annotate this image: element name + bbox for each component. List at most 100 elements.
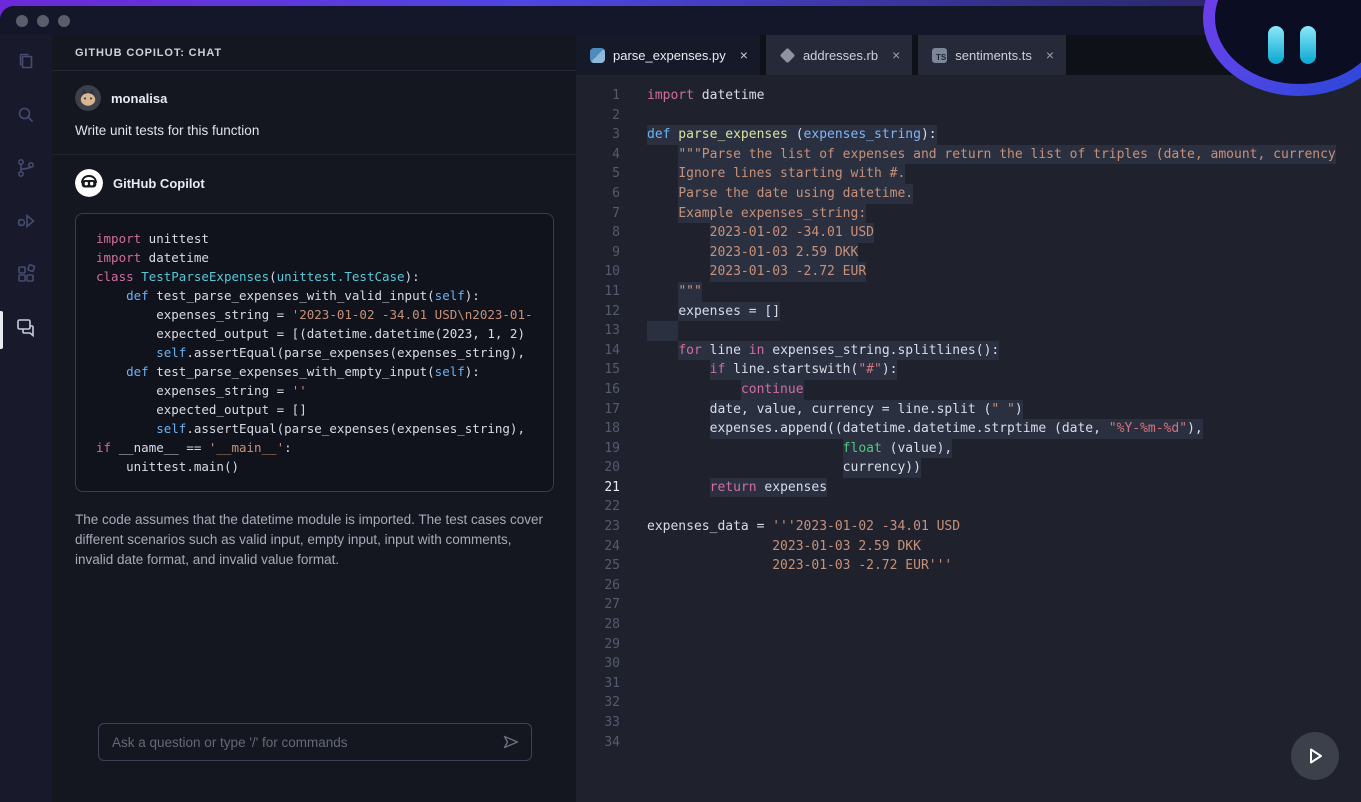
ruby-file-icon <box>779 47 796 63</box>
code-line: 3 def parse_expenses (expenses_string): <box>576 125 1361 145</box>
line-number: 22 <box>604 499 620 515</box>
chat-panel-header: GITHUB COPILOT: CHAT <box>52 35 576 71</box>
line-number: 34 <box>604 734 620 750</box>
code-line: 34 <box>576 733 1361 753</box>
line-number: 13 <box>604 323 620 339</box>
ts-file-icon: TS <box>932 47 948 63</box>
code-line: expected_output = [] <box>156 402 307 417</box>
line-number: 20 <box>604 460 620 476</box>
code-line: self.assertEqual(parse_expenses(expenses… <box>156 345 525 360</box>
code-line: self.assertEqual(parse_expenses(expenses… <box>156 421 525 436</box>
line-number: 4 <box>612 146 620 162</box>
tab-addresses.rb[interactable]: addresses.rb × <box>765 35 913 75</box>
play-icon <box>1310 748 1322 764</box>
code-line: 28 <box>576 615 1361 635</box>
tab-close-icon[interactable]: × <box>1046 47 1054 63</box>
line-number: 21 <box>604 479 620 495</box>
code-line: 16 continue <box>576 379 1361 400</box>
code-line: 22 <box>576 497 1361 517</box>
window-control-close[interactable] <box>16 14 28 27</box>
user-message: monalisa Write unit tests for this funct… <box>52 71 576 155</box>
sidebar-item-copilot-chat[interactable] <box>12 313 40 341</box>
code-line: expected_output = [(datetime.datetime(20… <box>156 326 525 341</box>
code-line: 30 <box>576 654 1361 674</box>
user-name: monalisa <box>111 90 168 106</box>
extensions-icon <box>18 264 36 282</box>
user-message-text: Write unit tests for this function <box>75 123 260 138</box>
editor-tab-bar: parse_expenses.py × addresses.rb × TS sentime… <box>576 35 1361 75</box>
send-icon[interactable] <box>502 733 520 751</box>
code-line: 29 <box>576 635 1361 655</box>
code-line: 11 """ <box>576 281 1361 302</box>
debug-icon <box>17 213 35 229</box>
code-line: 26 <box>576 576 1361 596</box>
line-number: 6 <box>612 185 620 201</box>
search-icon <box>18 107 34 123</box>
assistant-name: GitHub Copilot <box>113 175 205 191</box>
code-line: expenses_string = '2023-01-02 -34.01 USD… <box>156 307 533 322</box>
sidebar-item-source-control[interactable] <box>12 154 40 182</box>
code-line: 10 2023-01-03 -2.72 EUR <box>576 262 1361 282</box>
code-line: 19 float (value), <box>576 438 1361 459</box>
line-number: 8 <box>612 225 620 241</box>
app-window: GITHUB COPILOT: CHAT monalisa Write unit… <box>0 6 1361 802</box>
user-avatar <box>75 85 101 111</box>
sidebar-item-run-debug[interactable] <box>12 207 40 235</box>
line-number: 32 <box>604 695 620 711</box>
window-control-maximize[interactable] <box>58 14 70 27</box>
git-branch-icon <box>18 158 35 178</box>
code-line: 7 Example expenses_string: <box>576 203 1361 224</box>
line-number: 11 <box>604 283 620 299</box>
line-number: 33 <box>604 715 620 730</box>
line-number: 12 <box>604 303 620 319</box>
window-control-minimize[interactable] <box>37 14 49 27</box>
line-number: 10 <box>604 264 620 280</box>
code-line: 27 <box>576 595 1361 615</box>
code-line: import datetime <box>96 250 209 265</box>
code-line: 12 expenses = [] <box>576 301 1361 322</box>
assistant-explanation: The code assumes that the datetime modul… <box>75 512 543 567</box>
active-view-indicator <box>0 311 3 349</box>
code-line: 14 for line in expenses_string.splitline… <box>576 340 1361 361</box>
code-editor[interactable]: 1 import datetime 2 3 def parse_expenses (ex… <box>576 75 1361 802</box>
line-number: 16 <box>604 381 620 397</box>
line-number: 30 <box>604 656 620 672</box>
line-number: 2 <box>612 107 620 123</box>
line-number: 17 <box>604 401 620 417</box>
code-line: expenses_string = '' <box>156 383 307 398</box>
line-number: 1 <box>612 88 620 103</box>
sidebar-item-extensions[interactable] <box>12 260 40 288</box>
chat-input[interactable] <box>98 723 532 761</box>
code-line: class TestParseExpenses(unittest.TestCas… <box>96 269 420 284</box>
code-line: if __name__ == '__main__': <box>96 440 292 455</box>
sidebar-item-search[interactable] <box>12 101 40 129</box>
code-line: 4 """Parse the list of expenses and retu… <box>576 144 1361 165</box>
code-line: 17 date, value, currency = line.split ("… <box>576 399 1361 420</box>
line-number: 28 <box>604 617 620 633</box>
tab-label: parse_expenses.py <box>613 47 726 63</box>
chat-code-block: import unittest import datetime class Test… <box>75 213 554 492</box>
line-number: 23 <box>604 519 620 535</box>
code-line: 15 if line.startswith("#"): <box>576 360 1361 380</box>
code-line: 23 expenses_data = '''2023-01-02 -34.01 U… <box>576 517 1361 537</box>
title-bar <box>0 6 1361 35</box>
tab-label: sentiments.ts <box>955 47 1032 63</box>
code-line: 2 <box>576 106 1361 126</box>
tab-close-icon[interactable]: × <box>740 47 748 63</box>
line-number: 27 <box>604 597 620 613</box>
tab-parse_expenses.py[interactable]: parse_expenses.py × <box>576 35 760 75</box>
play-button[interactable] <box>1291 732 1339 780</box>
tab-sentiments.ts[interactable]: TS sentiments.ts × <box>918 35 1067 75</box>
line-number: 24 <box>604 538 620 554</box>
code-line: 25 2023-01-03 -2.72 EUR''' <box>576 556 1361 576</box>
line-number: 14 <box>604 342 620 358</box>
line-number: 9 <box>612 244 620 260</box>
copilot-chat-panel: GITHUB COPILOT: CHAT monalisa Write unit… <box>52 35 576 802</box>
sidebar-item-explorer[interactable] <box>12 48 40 76</box>
code-line: 32 <box>576 693 1361 713</box>
code-line: 33 <box>576 713 1361 733</box>
code-line: 6 Parse the date using datetime. <box>576 183 1361 204</box>
line-number: 25 <box>604 558 620 574</box>
line-number: 3 <box>612 127 620 143</box>
tab-close-icon[interactable]: × <box>892 47 900 63</box>
